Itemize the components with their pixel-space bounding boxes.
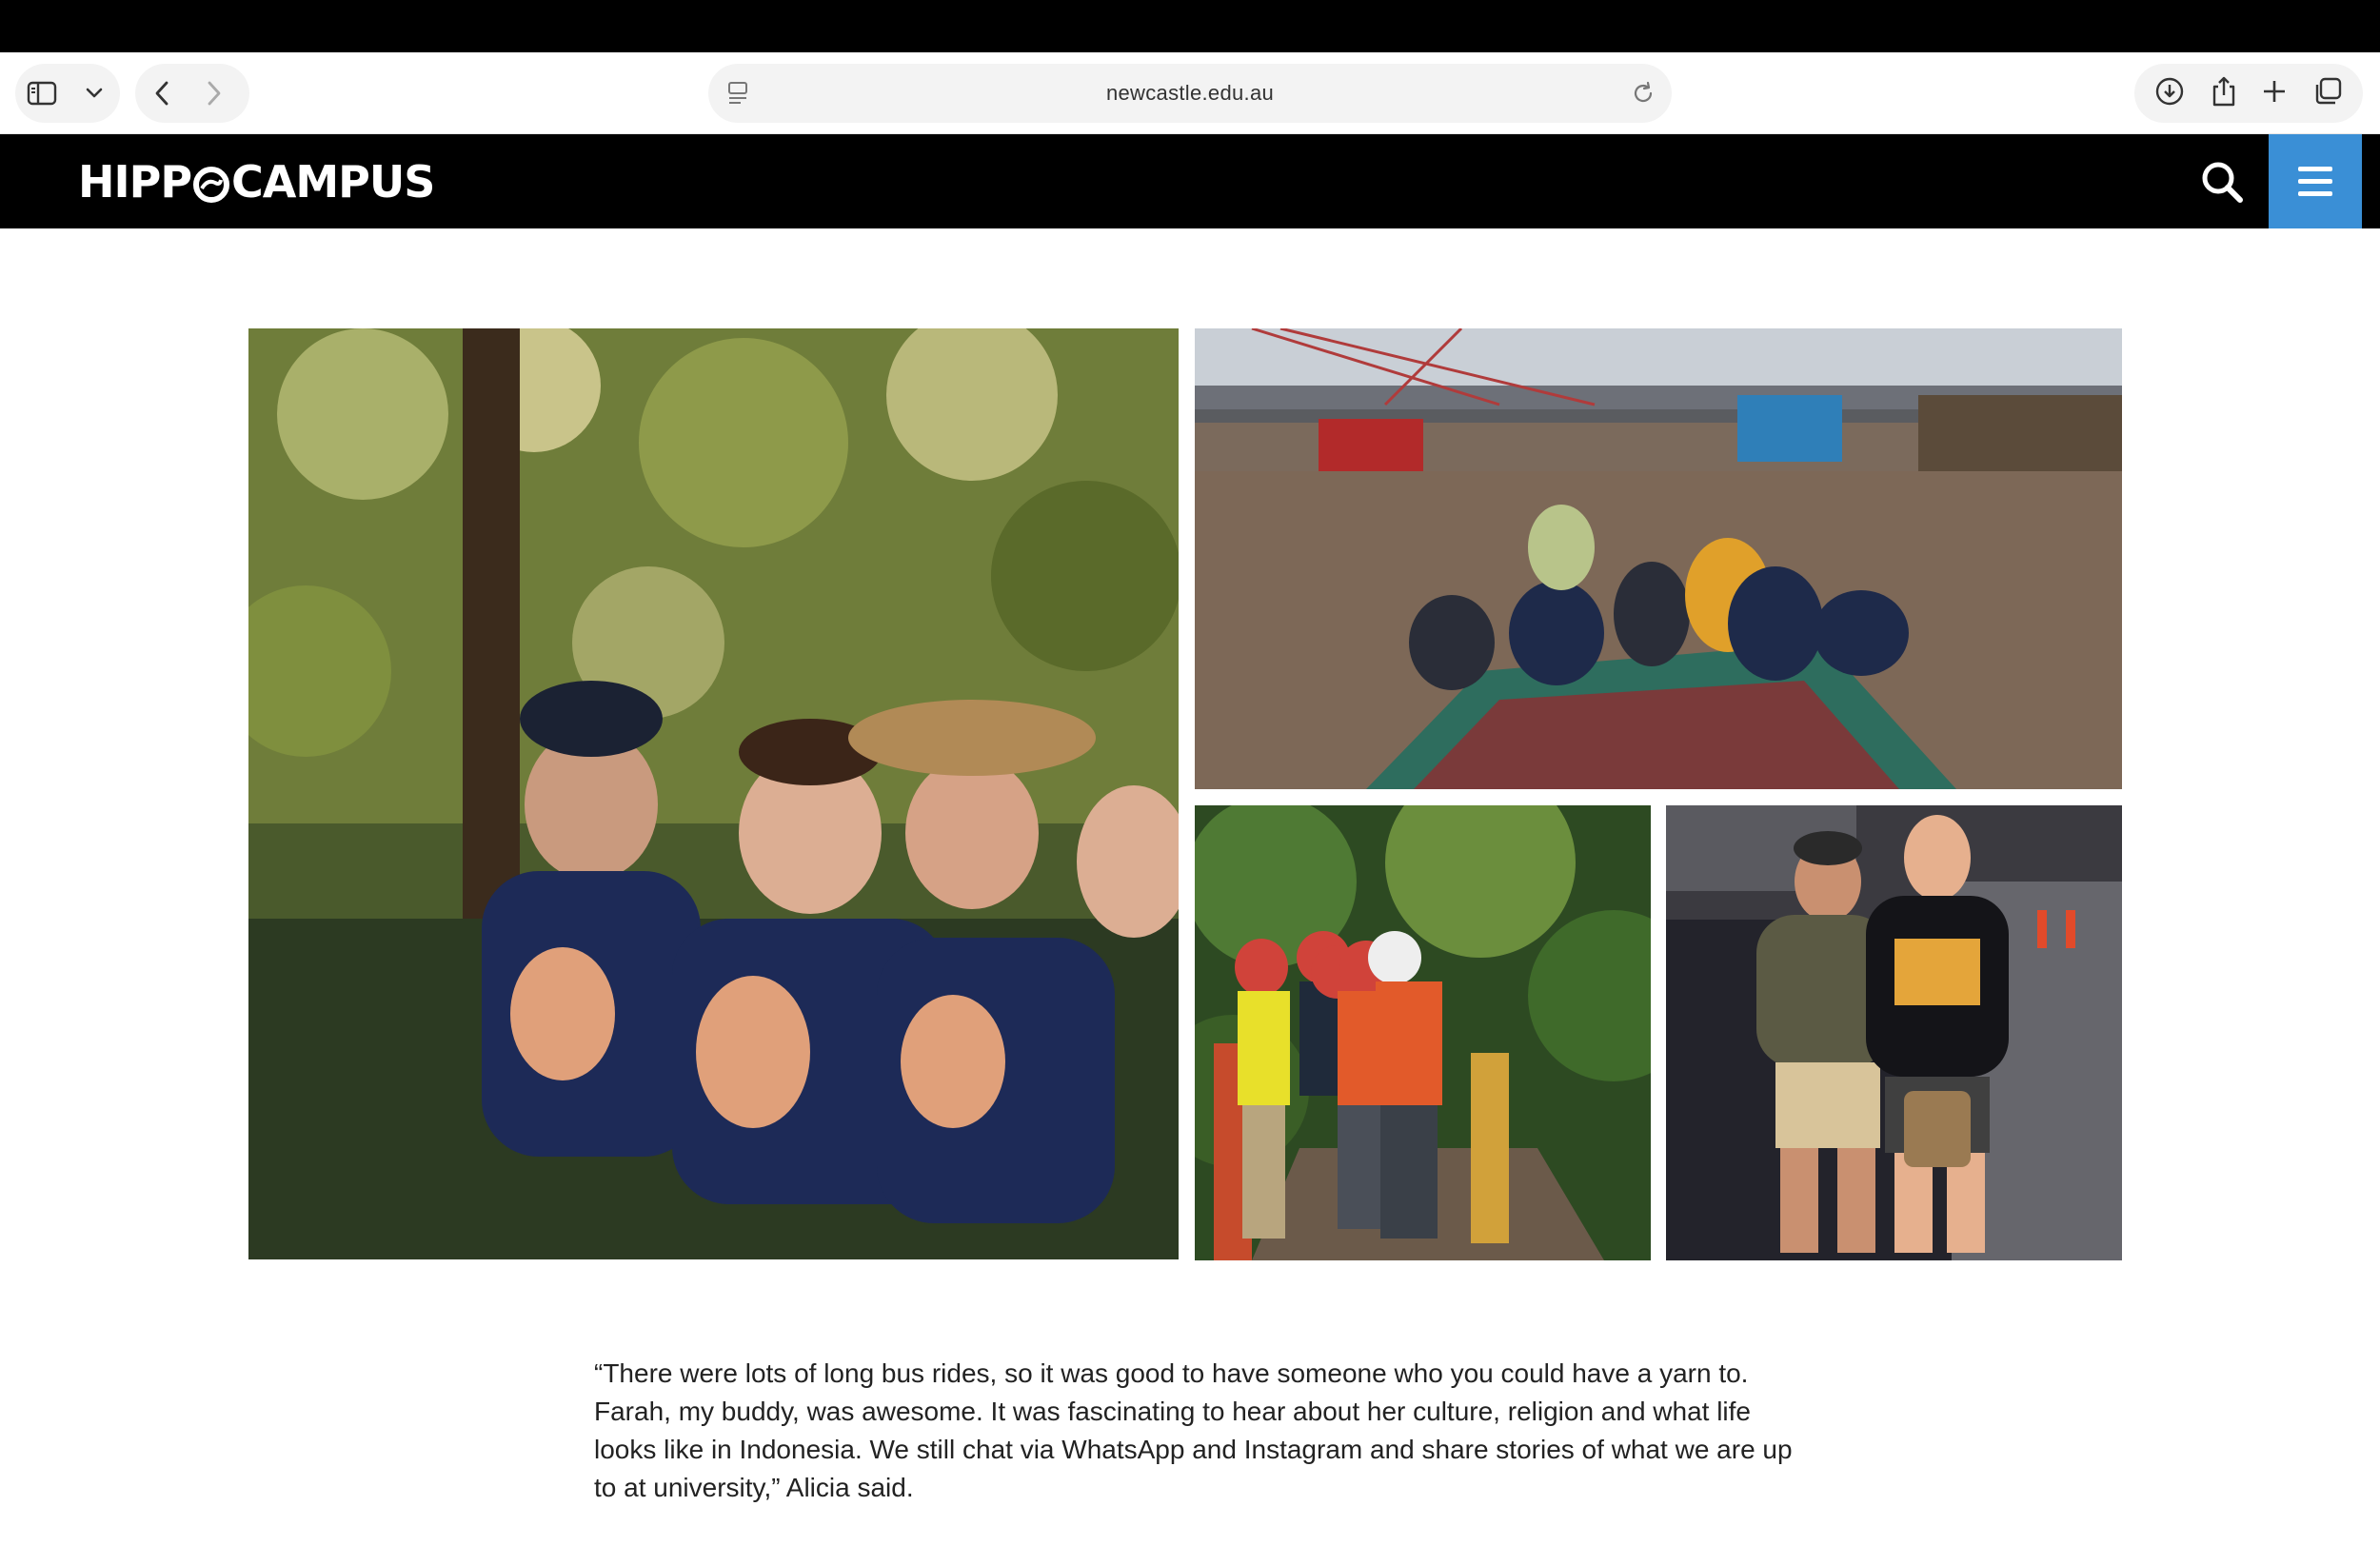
nav-controls (135, 64, 249, 123)
photo-students-hardhats[interactable] (1195, 805, 1651, 1260)
address-bar[interactable]: newcastle.edu.au (708, 64, 1672, 123)
photo-friends-night[interactable] (1666, 805, 2122, 1260)
article-quote: “There were lots of long bus rides, so i… (594, 1358, 1793, 1502)
photo-students-boat[interactable] (1195, 328, 2122, 789)
download-icon[interactable] (2154, 76, 2185, 111)
sidebar-toggle-icon[interactable] (15, 64, 68, 123)
sidebar-controls (15, 64, 120, 123)
forward-icon[interactable] (188, 64, 240, 123)
site-header: HIPP CAMPUS (0, 134, 2380, 228)
reload-icon[interactable] (1630, 80, 1656, 111)
search-icon[interactable] (2197, 157, 2247, 207)
browser-toolbar: newcastle.edu.au (0, 52, 2380, 134)
hamburger-icon (2298, 167, 2332, 171)
top-strip (0, 0, 2380, 52)
logo-text-right: CAMPUS (231, 156, 435, 208)
logo-o-icon (192, 163, 230, 203)
menu-button[interactable] (2269, 134, 2362, 228)
chevron-down-icon[interactable] (68, 64, 120, 123)
photo-students-smiling[interactable] (248, 328, 1179, 1259)
site-logo[interactable]: HIPP CAMPUS (78, 155, 435, 208)
share-icon[interactable] (2211, 75, 2237, 112)
new-tab-icon[interactable] (2262, 79, 2287, 109)
tab-overview-icon[interactable] (2312, 76, 2343, 111)
toolbar-actions (2134, 64, 2363, 123)
logo-text-left: HIPP (78, 156, 192, 208)
url-text: newcastle.edu.au (1105, 81, 1275, 105)
back-icon[interactable] (135, 64, 188, 123)
